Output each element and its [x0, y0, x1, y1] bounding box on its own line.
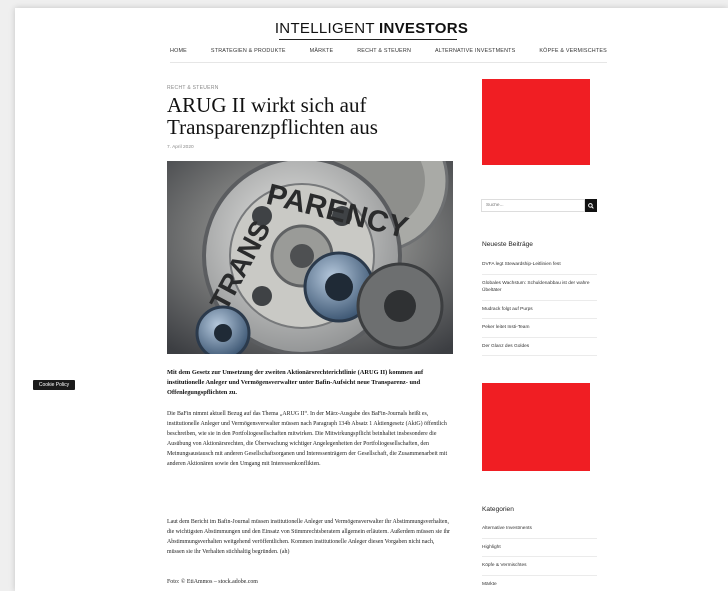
logo-word-investors: INVESTORS: [379, 20, 469, 37]
article-paragraph-2: Laut dem Bericht im Bafin-Journal müssen…: [167, 519, 451, 555]
magnifier-icon: [588, 202, 594, 209]
recent-posts-heading: Neueste Beiträge: [482, 241, 533, 248]
search-input[interactable]: [481, 199, 585, 212]
cookie-policy-button[interactable]: Cookie Policy: [33, 380, 75, 390]
recent-post-link[interactable]: DVFA legt Stewardship-Leitlinien fest: [482, 256, 597, 275]
photo-credit: Foto: © EtiAmmos – stock.adobe.com: [167, 579, 258, 585]
recent-post-link[interactable]: Mudrack folgt auf Purps: [482, 301, 597, 319]
sidebar-ad-banner-top[interactable]: [482, 79, 590, 165]
categories-heading: Kategorien: [482, 506, 514, 513]
recent-post-link[interactable]: Der Glanz des Goldes: [482, 338, 597, 356]
category-link[interactable]: Alternative Investments: [482, 520, 597, 539]
article-paragraph-1: Die BaFin nimmt aktuell Bezug auf das Th…: [167, 411, 448, 467]
article-date: 7. April 2020: [167, 145, 194, 150]
sidebar-ad-banner-bottom[interactable]: [482, 383, 590, 471]
nav-item-strategien[interactable]: STRATEGIEN & PRODUKTE: [211, 48, 286, 54]
logo-word-intelligent: INTELLIGENT: [274, 20, 375, 37]
nav-item-maerkte[interactable]: MÄRKTE: [310, 48, 334, 54]
category-link[interactable]: Highlight: [482, 539, 597, 557]
main-nav: HOME STRATEGIEN & PRODUKTE MÄRKTE RECHT …: [170, 40, 607, 63]
recent-post-link[interactable]: Peker leitet Insti-Team: [482, 319, 597, 338]
nav-item-koepfe[interactable]: KÖPFE & VERMISCHTES: [539, 48, 607, 54]
recent-posts-list: DVFA legt Stewardship-Leitlinien fest Gl…: [482, 256, 597, 356]
page: INTELLIGENT INVESTORS HOME STRATEGIEN & …: [15, 8, 728, 591]
category-link[interactable]: Märkte: [482, 576, 597, 591]
recent-post-link[interactable]: Globales Wachstum: Schuldenabbau ist der…: [482, 275, 597, 301]
category-link[interactable]: Köpfe & Vermischtes: [482, 557, 597, 576]
site-logo[interactable]: INTELLIGENT INVESTORS: [15, 20, 728, 37]
article-title: ARUG II wirkt sich auf Transparenzpflich…: [167, 93, 378, 139]
article-hero-image: PARENCY TRANS: [167, 161, 453, 354]
search-button[interactable]: [585, 199, 597, 212]
article-lead: Mit dem Gesetz zur Umsetzung der zweiten…: [167, 369, 424, 396]
nav-item-alternative[interactable]: ALTERNATIVE INVESTMENTS: [435, 48, 515, 54]
article-category[interactable]: RECHT & STEUERN: [167, 85, 219, 91]
nav-item-recht[interactable]: RECHT & STEUERN: [357, 48, 411, 54]
categories-list: Alternative Investments Highlight Köpfe …: [482, 520, 597, 591]
nav-item-home[interactable]: HOME: [170, 48, 187, 54]
